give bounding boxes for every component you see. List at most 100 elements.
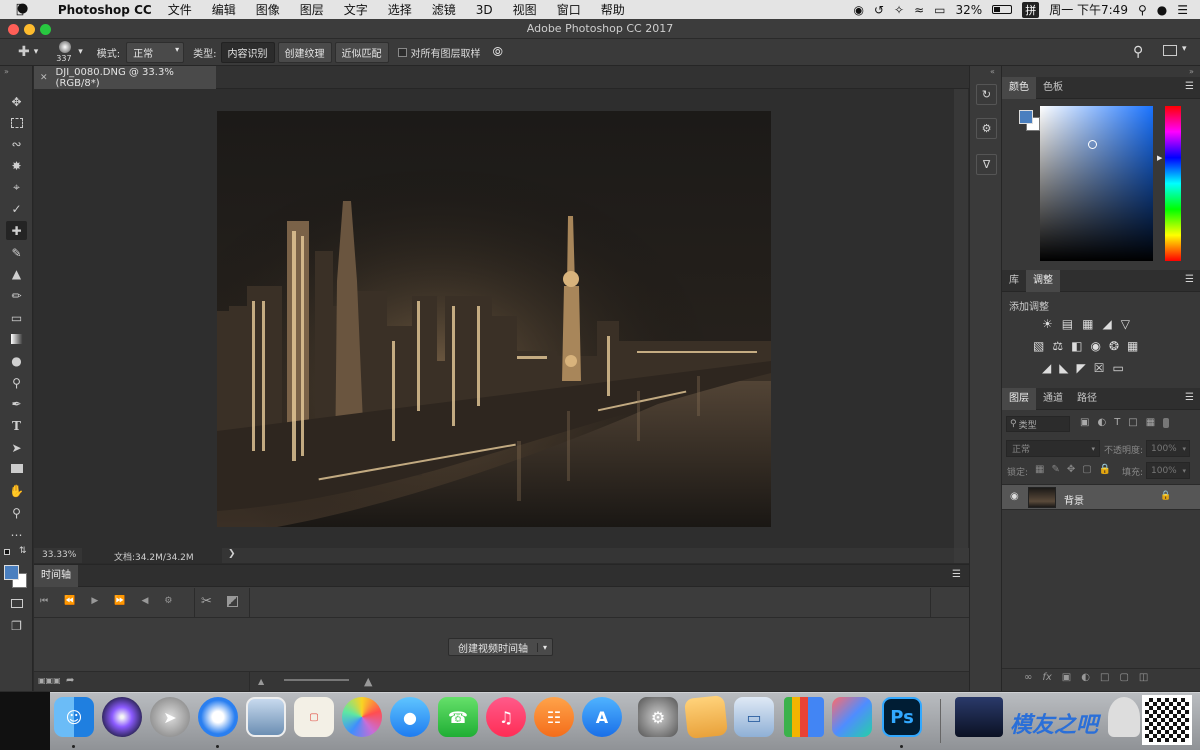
layers-panel-menu-icon[interactable]: ☰	[1185, 392, 1194, 403]
audio-icon[interactable]: ◀	[141, 596, 148, 606]
link-layers-icon[interactable]: ∞	[1024, 672, 1032, 683]
transition-icon[interactable]	[227, 596, 238, 607]
opacity-input[interactable]: 100% ▾	[1146, 440, 1190, 457]
siri-icon[interactable]: ●	[1157, 3, 1167, 17]
levels-icon[interactable]: ▤	[1062, 317, 1073, 331]
messages-app-icon[interactable]: ●	[390, 697, 430, 737]
status-menu-chevron-icon[interactable]: ❯	[228, 549, 236, 559]
time-machine-icon[interactable]: ↺	[874, 3, 884, 17]
tool-preset-chevron-icon[interactable]: ▾	[34, 47, 39, 57]
lock-artboard-icon[interactable]: ▢	[1082, 464, 1091, 475]
filter-shape-layers-icon[interactable]: □	[1128, 417, 1137, 428]
filter-type-layers-icon[interactable]: T	[1114, 417, 1120, 428]
color-balance-icon[interactable]: ⚖	[1052, 339, 1063, 353]
keynote-app-icon[interactable]: ▭	[734, 697, 774, 737]
clone-stamp-tool-icon[interactable]: ▲	[6, 264, 27, 283]
marquee-tool-icon[interactable]	[6, 113, 27, 132]
downloads-stack-icon[interactable]	[955, 697, 1003, 737]
brush-picker-chevron-icon[interactable]: ▾	[78, 47, 83, 57]
tab-libraries[interactable]: 库	[1002, 270, 1026, 292]
exposure-icon[interactable]: ◢	[1102, 317, 1111, 331]
menu-type[interactable]: 文字	[344, 1, 368, 18]
lock-all-icon[interactable]: 🔒	[1099, 464, 1111, 475]
gradient-tool-icon[interactable]	[6, 329, 27, 348]
quick-mask-icon[interactable]	[6, 594, 27, 613]
new-layer-icon[interactable]: ▢	[1119, 672, 1128, 683]
search-icon[interactable]: ⚲	[1133, 44, 1143, 60]
photo-filter-icon[interactable]: ◉	[1090, 339, 1100, 353]
bluetooth-icon[interactable]: ✧	[894, 3, 904, 17]
pen-tool-icon[interactable]: ✒	[6, 394, 27, 413]
menu-view[interactable]: 视图	[513, 1, 537, 18]
lock-transparent-pixels-icon[interactable]: ▦	[1035, 464, 1044, 475]
lock-position-icon[interactable]: ✥	[1067, 464, 1075, 475]
filter-smart-objects-icon[interactable]: ▦	[1146, 417, 1155, 428]
menu-edit[interactable]: 编辑	[212, 1, 236, 18]
menu-help[interactable]: 帮助	[601, 1, 625, 18]
healing-brush-tool-preset-icon[interactable]: ✚	[18, 44, 30, 60]
ibooks-app-icon[interactable]: ☷	[534, 697, 574, 737]
menubar-clock[interactable]: 周一 下午7:49	[1049, 1, 1128, 18]
filter-pixel-layers-icon[interactable]: ▣	[1080, 417, 1089, 428]
eraser-tool-icon[interactable]: ▭	[6, 308, 27, 327]
workspace-icon[interactable]	[1163, 45, 1177, 56]
filter-toggle-icon[interactable]	[1163, 417, 1170, 428]
new-adjustment-layer-icon[interactable]: ◐	[1081, 672, 1090, 683]
layer-filter-kind-select[interactable]: ⚲ 类型	[1006, 416, 1070, 432]
dodge-tool-icon[interactable]: ⚲	[6, 373, 27, 392]
photoshop-app-icon[interactable]: Ps	[882, 697, 922, 737]
timeline-zoom-slider[interactable]	[284, 679, 349, 681]
delete-layer-trash-icon[interactable]: ◫	[1139, 672, 1148, 683]
trash-icon[interactable]	[1108, 697, 1140, 737]
swap-colors-icon[interactable]: ⇅	[19, 546, 27, 556]
selective-color-icon[interactable]: ☒	[1094, 361, 1105, 375]
vibrance-icon[interactable]: ▽	[1121, 317, 1130, 331]
healing-brush-tool-icon[interactable]: ✚	[6, 221, 27, 240]
character-panel-icon[interactable]: ∇	[976, 154, 997, 175]
type-tool-icon[interactable]: T	[6, 416, 27, 435]
new-group-folder-icon[interactable]: □	[1100, 672, 1109, 683]
panel-dock-collapse-icon[interactable]: »	[1189, 67, 1194, 76]
history-panel-icon[interactable]: ↻	[976, 84, 997, 105]
app-menu[interactable]: Photoshop CC	[58, 3, 152, 17]
canvas-area[interactable]	[34, 89, 954, 548]
workspace-chevron-icon[interactable]: ▾	[1182, 44, 1187, 54]
black-white-icon[interactable]: ◧	[1071, 339, 1082, 353]
timeline-panel-menu-icon[interactable]: ☰	[952, 569, 961, 580]
blur-tool-icon[interactable]: ●	[6, 351, 27, 370]
siri-app-icon[interactable]	[102, 697, 142, 737]
input-method-icon[interactable]: 拼	[1022, 1, 1040, 18]
tab-paths[interactable]: 路径	[1070, 388, 1104, 410]
lock-image-pixels-icon[interactable]: ✎	[1051, 464, 1059, 475]
foreground-color-swatch[interactable]	[4, 565, 19, 580]
previous-frame-icon[interactable]: ⏪	[64, 596, 75, 606]
tab-color[interactable]: 颜色	[1002, 76, 1036, 99]
more-tools-icon[interactable]: ⋯	[6, 525, 27, 544]
brush-size-picker[interactable]: 337	[56, 40, 74, 64]
color-panel-menu-icon[interactable]: ☰	[1185, 81, 1194, 92]
launchpad-app-icon[interactable]: ➤	[150, 697, 190, 737]
color-panel-foreground-swatch[interactable]	[1019, 110, 1033, 124]
menu-layer[interactable]: 图层	[300, 1, 324, 18]
menu-select[interactable]: 选择	[388, 1, 412, 18]
pressure-size-icon[interactable]: ⦾	[493, 45, 503, 60]
tab-layers[interactable]: 图层	[1002, 387, 1036, 410]
menu-image[interactable]: 图像	[256, 1, 280, 18]
next-frame-icon[interactable]: ⏩	[114, 596, 125, 606]
play-icon[interactable]: ▶	[91, 596, 98, 606]
itunes-app-icon[interactable]: ♫	[486, 697, 526, 737]
hand-tool-icon[interactable]: ✋	[6, 481, 27, 500]
quick-selection-tool-icon[interactable]: ✸	[6, 156, 27, 175]
tab-adjustments[interactable]: 调整	[1026, 269, 1060, 292]
canvas-vertical-scrollbar[interactable]	[954, 89, 968, 548]
menu-file[interactable]: 文件	[168, 1, 192, 18]
create-video-timeline-button[interactable]: 创建视频时间轴 ▾	[448, 638, 554, 656]
wifi-icon[interactable]: ≈	[914, 3, 924, 17]
lasso-tool-icon[interactable]: ∾	[6, 134, 27, 153]
layer-visibility-eye-icon[interactable]: ◉	[1010, 491, 1019, 502]
numbers-app-icon[interactable]	[784, 697, 824, 737]
creative-cloud-icon[interactable]: ◉	[854, 3, 864, 17]
tools-collapse-icon[interactable]: »	[4, 67, 9, 76]
hue-saturation-icon[interactable]: ▧	[1033, 339, 1044, 353]
battery-icon[interactable]	[992, 5, 1013, 14]
